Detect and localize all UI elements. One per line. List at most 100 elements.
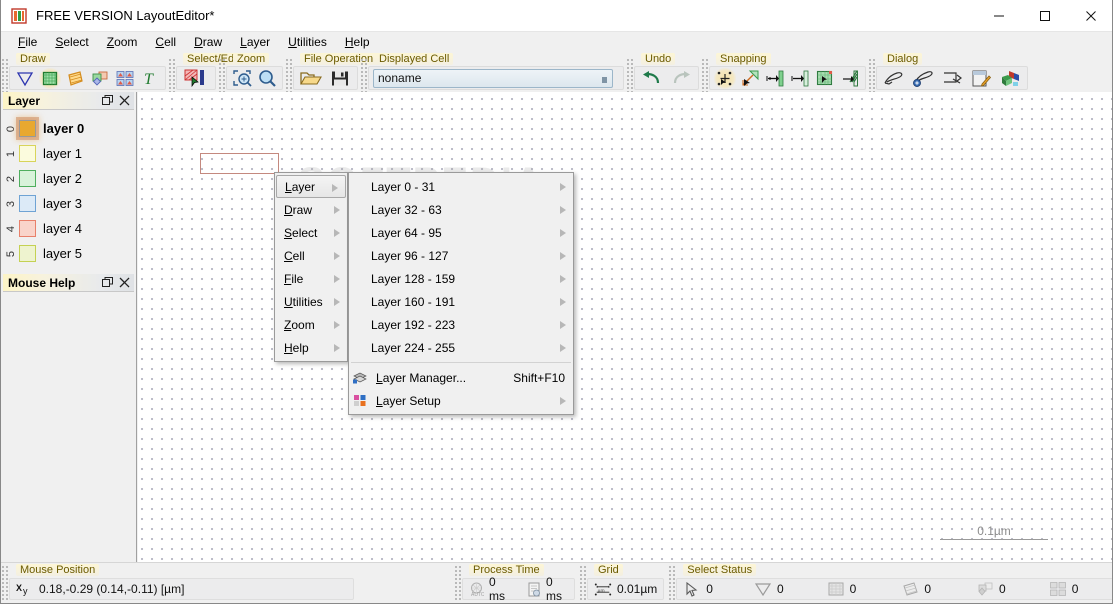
menu-help[interactable]: Help bbox=[336, 33, 379, 52]
context-menu-item-cell[interactable]: Cell bbox=[275, 244, 347, 267]
toolbar-grip[interactable] bbox=[701, 58, 709, 92]
toolbar-grip[interactable] bbox=[1, 58, 9, 92]
chevron-down-icon[interactable] bbox=[602, 76, 607, 83]
scale-bar-line bbox=[940, 539, 1048, 540]
menu-select[interactable]: Select bbox=[46, 33, 97, 52]
layer-label: layer 5 bbox=[43, 246, 83, 261]
layer-setup-icon bbox=[353, 393, 371, 409]
dialog-measure-icon[interactable] bbox=[939, 68, 965, 89]
dialog-3d-icon[interactable] bbox=[997, 68, 1023, 89]
dialog-macro-settings-icon[interactable] bbox=[910, 68, 936, 89]
save-file-icon[interactable] bbox=[327, 68, 353, 89]
draw-cell-ref-icon[interactable] bbox=[89, 68, 111, 89]
draw-array-icon[interactable] bbox=[114, 68, 136, 89]
toolbar-grip[interactable] bbox=[168, 58, 176, 92]
draw-polygon-icon[interactable] bbox=[14, 68, 36, 89]
menu-utilities[interactable]: Utilities bbox=[279, 33, 336, 52]
snap-area-icon[interactable] bbox=[814, 68, 836, 89]
statusbar-grip[interactable] bbox=[579, 565, 587, 601]
toolbar-grip[interactable] bbox=[285, 58, 293, 92]
draw-box-icon[interactable] bbox=[39, 67, 61, 89]
submenu-item-layer-range[interactable]: Layer 64 - 95 bbox=[349, 221, 573, 244]
layer-list-item[interactable]: 3 layer 3 bbox=[1, 191, 136, 216]
dialog-notes-icon[interactable] bbox=[968, 68, 994, 89]
snap-point-icon[interactable] bbox=[739, 68, 761, 89]
redo-icon[interactable] bbox=[668, 68, 694, 89]
close-icon[interactable] bbox=[118, 275, 131, 289]
maximize-button[interactable] bbox=[1022, 0, 1068, 32]
menu-layer[interactable]: Layer bbox=[231, 33, 279, 52]
layer-list-item[interactable]: 0 layer 0 bbox=[1, 116, 136, 141]
layer-list: 0 layer 0 1 layer 1 2 layer 2 3 layer 3 … bbox=[1, 110, 136, 266]
zoom-fit-icon[interactable] bbox=[231, 68, 253, 89]
submenu-item-layer-range[interactable]: Layer 192 - 223 bbox=[349, 313, 573, 336]
submenu-item-layer-range[interactable]: Layer 96 - 127 bbox=[349, 244, 573, 267]
submenu-arrow-icon bbox=[560, 344, 566, 352]
toolbar-grip[interactable] bbox=[868, 58, 876, 92]
submenu-item-layer-manager[interactable]: Layer Manager... Shift+F10 bbox=[349, 366, 573, 389]
cursor-icon bbox=[683, 581, 701, 597]
submenu-item-layer-setup[interactable]: Layer Setup bbox=[349, 389, 573, 412]
toolbar-grip[interactable] bbox=[626, 58, 634, 92]
context-menu-item-select[interactable]: Select bbox=[275, 221, 347, 244]
displayed-cell-combo[interactable]: noname bbox=[373, 68, 613, 88]
statusbar-grip[interactable] bbox=[1, 565, 9, 601]
submenu-item-layer-range[interactable]: Layer 128 - 159 bbox=[349, 267, 573, 290]
zoom-in-icon[interactable] bbox=[256, 68, 278, 89]
drawn-box-shape[interactable] bbox=[200, 153, 279, 174]
context-menu-item-zoom[interactable]: Zoom bbox=[275, 313, 347, 336]
menu-file[interactable]: FFileile bbox=[9, 33, 46, 52]
mouse-position-box: Mouse Position X y 0.18,-0.29 (0.14,-0.1… bbox=[9, 564, 354, 600]
open-file-icon[interactable] bbox=[298, 68, 324, 89]
snap-grid-icon[interactable] bbox=[714, 67, 736, 89]
submenu-item-layer-range[interactable]: Layer 0 - 31 bbox=[349, 175, 573, 198]
layer-list-item[interactable]: 1 layer 1 bbox=[1, 141, 136, 166]
layer-list-item[interactable]: 2 layer 2 bbox=[1, 166, 136, 191]
layer-color-swatch[interactable] bbox=[19, 195, 36, 212]
select-count-cell-ref: 0 bbox=[976, 581, 1006, 597]
submenu-item-layer-range[interactable]: Layer 32 - 63 bbox=[349, 198, 573, 221]
snap-midpoint-icon[interactable] bbox=[789, 68, 811, 89]
snap-edge-icon[interactable] bbox=[764, 68, 786, 89]
draw-text-icon[interactable]: T bbox=[139, 68, 161, 89]
layer-color-swatch[interactable] bbox=[19, 220, 36, 237]
menu-draw[interactable]: Draw bbox=[185, 33, 231, 52]
context-menu-item-file[interactable]: File bbox=[275, 267, 347, 290]
undo-icon[interactable] bbox=[639, 68, 665, 89]
select-count-cursor-value: 0 bbox=[706, 582, 713, 596]
submenu-item-layer-range[interactable]: Layer 224 - 255 bbox=[349, 336, 573, 359]
context-menu-item-utilities[interactable]: Utilities bbox=[275, 290, 347, 313]
layer-index: 4 bbox=[5, 225, 17, 232]
context-menu-item-layer[interactable]: Layer bbox=[276, 175, 346, 198]
layer-color-swatch[interactable] bbox=[19, 245, 36, 262]
dialog-macro-icon[interactable] bbox=[881, 68, 907, 89]
snap-angle-icon[interactable] bbox=[839, 68, 861, 89]
context-menu-root[interactable]: Layer Draw Select Cell File Utilities Zo… bbox=[274, 172, 348, 362]
minimize-button[interactable] bbox=[976, 0, 1022, 32]
layer-list-item[interactable]: 5 layer 5 bbox=[1, 241, 136, 266]
layer-color-swatch[interactable] bbox=[16, 117, 39, 140]
menu-cell[interactable]: Cell bbox=[146, 33, 185, 52]
float-icon[interactable] bbox=[101, 93, 114, 107]
context-menu-item-help[interactable]: Help bbox=[275, 336, 347, 359]
displayed-cell-label: Displayed Cell bbox=[375, 53, 454, 65]
statusbar-grip[interactable] bbox=[668, 565, 677, 601]
submenu-item-layer-range[interactable]: Layer 160 - 191 bbox=[349, 290, 573, 313]
statusbar-grip[interactable] bbox=[454, 565, 462, 601]
context-menu-item-draw[interactable]: Draw bbox=[275, 198, 347, 221]
close-button[interactable] bbox=[1068, 0, 1112, 32]
layer-list-item[interactable]: 4 layer 4 bbox=[1, 216, 136, 241]
layer-submenu[interactable]: Layer 0 - 31 Layer 32 - 63 Layer 64 - 95… bbox=[348, 172, 574, 415]
toolbar-grip[interactable] bbox=[360, 58, 368, 92]
toolbar-group-snapping: Snapping bbox=[701, 53, 868, 92]
float-icon[interactable] bbox=[101, 275, 114, 289]
dialog-group-label: Dialog bbox=[883, 53, 923, 65]
submenu-arrow-icon bbox=[334, 252, 340, 260]
layer-color-swatch[interactable] bbox=[19, 145, 36, 162]
close-icon[interactable] bbox=[118, 93, 131, 107]
toolbar-grip[interactable] bbox=[218, 58, 226, 92]
menu-zoom[interactable]: Zoom bbox=[98, 33, 147, 52]
draw-path-icon[interactable] bbox=[64, 68, 86, 89]
layer-color-swatch[interactable] bbox=[19, 170, 36, 187]
select-edit-icon[interactable] bbox=[181, 68, 211, 89]
